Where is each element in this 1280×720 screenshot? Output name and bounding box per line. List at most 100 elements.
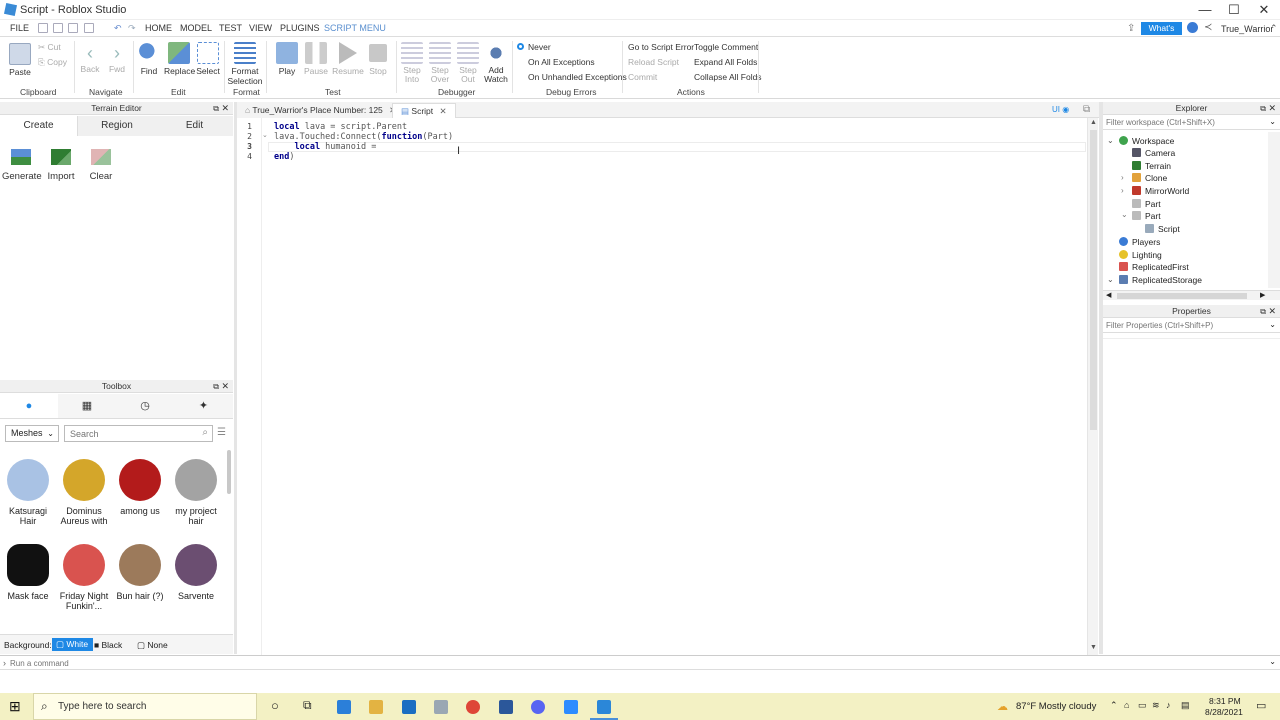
inventory-tab-icon[interactable]: ▦ bbox=[58, 394, 116, 418]
toolbox-item[interactable]: Dominus Aureus with bbox=[58, 459, 110, 526]
menu-view[interactable]: VIEW bbox=[249, 23, 272, 33]
copy-button[interactable]: ⎘ Copy bbox=[38, 57, 72, 68]
menu-test[interactable]: TEST bbox=[219, 23, 242, 33]
properties-filter-input[interactable] bbox=[1103, 319, 1263, 332]
radio-unhandled-exceptions[interactable]: On Unhandled Exceptions bbox=[517, 72, 627, 82]
file-explorer-icon[interactable] bbox=[369, 700, 383, 714]
play-button[interactable]: Play bbox=[274, 42, 300, 76]
close-button[interactable]: ✕ bbox=[1249, 2, 1279, 18]
toolbox-item[interactable]: Sarvente bbox=[170, 544, 222, 601]
code-area[interactable]: local lava = script.Parent lava.Touched:… bbox=[268, 122, 1068, 182]
pause-button[interactable]: Pause bbox=[303, 42, 329, 76]
collapse-ribbon-icon[interactable]: ⌃ bbox=[1270, 23, 1278, 34]
share-network-icon[interactable]: ≺ bbox=[1204, 22, 1212, 33]
collapse-arrow-icon[interactable]: ⌄ bbox=[1107, 275, 1114, 284]
photos-icon[interactable] bbox=[434, 700, 448, 714]
dock-editor-icon[interactable]: ⧉ bbox=[1083, 104, 1090, 115]
explorer-vscrollbar[interactable] bbox=[1268, 132, 1280, 288]
commit-button[interactable]: Commit bbox=[628, 72, 657, 82]
back-button[interactable]: ‹ Back bbox=[80, 42, 100, 74]
toolbox-item[interactable]: my project hair bbox=[170, 459, 222, 526]
cut-button[interactable]: ✂ Cut bbox=[38, 42, 72, 53]
fold-toggle-icon[interactable]: ⌄ bbox=[262, 131, 268, 139]
roblox-studio-taskbar-icon[interactable] bbox=[597, 700, 611, 714]
battery-icon[interactable]: ▭ bbox=[1138, 700, 1147, 711]
save-icon[interactable] bbox=[68, 23, 78, 33]
expand-arrow-icon[interactable]: › bbox=[1121, 173, 1124, 182]
wifi-icon[interactable]: ≋ bbox=[1152, 700, 1160, 711]
category-dropdown[interactable]: Meshes ⌄ bbox=[5, 425, 59, 442]
scroll-up-icon[interactable]: ▲ bbox=[1090, 119, 1097, 126]
import-tool[interactable]: Import bbox=[44, 149, 78, 182]
toolbox-scrollbar[interactable] bbox=[227, 450, 231, 494]
editor-scrollbar[interactable]: ▲ ▼ bbox=[1087, 118, 1098, 655]
expand-arrow-icon[interactable]: › bbox=[1121, 186, 1124, 195]
properties-filter[interactable]: ⌄ bbox=[1103, 319, 1280, 333]
share-icon[interactable]: ⇪ bbox=[1127, 23, 1135, 34]
chevron-down-icon[interactable]: ⌄ bbox=[1269, 117, 1276, 126]
tree-item-replicatedstorage[interactable]: ReplicatedStorage bbox=[1119, 274, 1202, 286]
edge-icon[interactable] bbox=[337, 700, 351, 714]
tree-item-part[interactable]: Part bbox=[1132, 210, 1161, 222]
notifications-icon[interactable]: ▭ bbox=[1256, 699, 1266, 712]
scroll-thumb[interactable] bbox=[1090, 130, 1097, 430]
marketplace-tab-icon[interactable]: ● bbox=[0, 394, 58, 418]
redo-icon[interactable]: ↷ bbox=[128, 23, 136, 34]
search-icon[interactable]: ⌕ bbox=[202, 427, 208, 438]
add-watch-button[interactable]: Add Watch bbox=[484, 42, 508, 84]
collapse-arrow-icon[interactable]: ⌄ bbox=[1107, 136, 1114, 145]
replace-button[interactable]: Replace bbox=[164, 42, 195, 76]
menu-file[interactable]: FILE bbox=[10, 23, 29, 33]
filter-icon[interactable]: ☰ bbox=[217, 427, 226, 438]
command-bar[interactable]: › ⌄ bbox=[0, 655, 1280, 670]
command-input[interactable] bbox=[10, 657, 1260, 669]
network-icon[interactable]: ⌂ bbox=[1124, 700, 1129, 710]
find-button[interactable]: Find bbox=[137, 42, 161, 76]
paste-button[interactable]: Paste bbox=[6, 43, 34, 77]
toolbox-search[interactable]: ⌕ bbox=[64, 425, 213, 442]
tab-create[interactable]: Create bbox=[0, 116, 78, 136]
step-into-button[interactable]: Step Into bbox=[400, 42, 424, 84]
tab-script[interactable]: ▤ Script ✕ bbox=[392, 103, 456, 118]
close-panel-icon[interactable]: ✕ bbox=[1268, 102, 1276, 115]
radio-all-exceptions[interactable]: On All Exceptions bbox=[517, 57, 595, 67]
creations-tab-icon[interactable]: ✦ bbox=[174, 394, 233, 418]
tree-item-players[interactable]: Players bbox=[1119, 236, 1160, 248]
step-out-button[interactable]: Step Out bbox=[456, 42, 480, 84]
background-black-button[interactable]: ■ Black bbox=[94, 640, 122, 650]
go-to-script-error-button[interactable]: Go to Script Error bbox=[628, 42, 694, 52]
minimize-button[interactable]: — bbox=[1190, 2, 1220, 17]
user-name[interactable]: True_Warrior bbox=[1221, 24, 1273, 34]
menu-model[interactable]: MODEL bbox=[180, 23, 212, 33]
menu-script-menu[interactable]: SCRIPT MENU bbox=[324, 23, 386, 33]
zoom-icon[interactable] bbox=[564, 700, 578, 714]
chrome-icon[interactable] bbox=[466, 700, 480, 714]
resume-button[interactable]: Resume bbox=[332, 42, 364, 76]
new-file-icon[interactable] bbox=[38, 23, 48, 33]
task-view-icon[interactable]: ⧉ bbox=[303, 698, 312, 713]
dock-icon[interactable]: ⧉ bbox=[1260, 102, 1266, 115]
volume-icon[interactable]: ♪ bbox=[1166, 700, 1171, 710]
menu-plugins[interactable]: PLUGINS bbox=[280, 23, 320, 33]
close-panel-icon[interactable]: ✕ bbox=[221, 102, 229, 115]
dock-icon[interactable]: ⧉ bbox=[1260, 305, 1266, 318]
chevron-down-icon[interactable]: ⌄ bbox=[1269, 657, 1276, 666]
undo-icon[interactable]: ↶ bbox=[114, 23, 122, 34]
chevron-down-icon[interactable]: ⌄ bbox=[1269, 320, 1276, 329]
tree-item-mirrorworld[interactable]: MirrorWorld bbox=[1132, 185, 1189, 197]
close-tab-icon[interactable]: ✕ bbox=[440, 106, 447, 116]
whats-new-button[interactable]: What's New bbox=[1141, 22, 1182, 46]
explorer-filter-input[interactable] bbox=[1103, 116, 1263, 129]
reload-script-button[interactable]: Reload Script bbox=[628, 57, 679, 67]
toolbox-search-input[interactable] bbox=[65, 426, 195, 441]
generate-tool[interactable]: Generate bbox=[2, 149, 42, 182]
dock-icon[interactable]: ⧉ bbox=[213, 102, 219, 115]
recent-tab-icon[interactable]: ◷ bbox=[116, 394, 174, 418]
toolbox-item[interactable]: Katsuragi Hair bbox=[2, 459, 54, 526]
publish-icon[interactable] bbox=[84, 23, 94, 33]
chevron-up-icon[interactable]: ⌃ bbox=[1110, 700, 1118, 711]
tab-edit[interactable]: Edit bbox=[156, 116, 233, 136]
word-icon[interactable] bbox=[499, 700, 513, 714]
tree-item-replicatedfirst[interactable]: ReplicatedFirst bbox=[1119, 261, 1189, 273]
open-file-icon[interactable] bbox=[53, 23, 63, 33]
